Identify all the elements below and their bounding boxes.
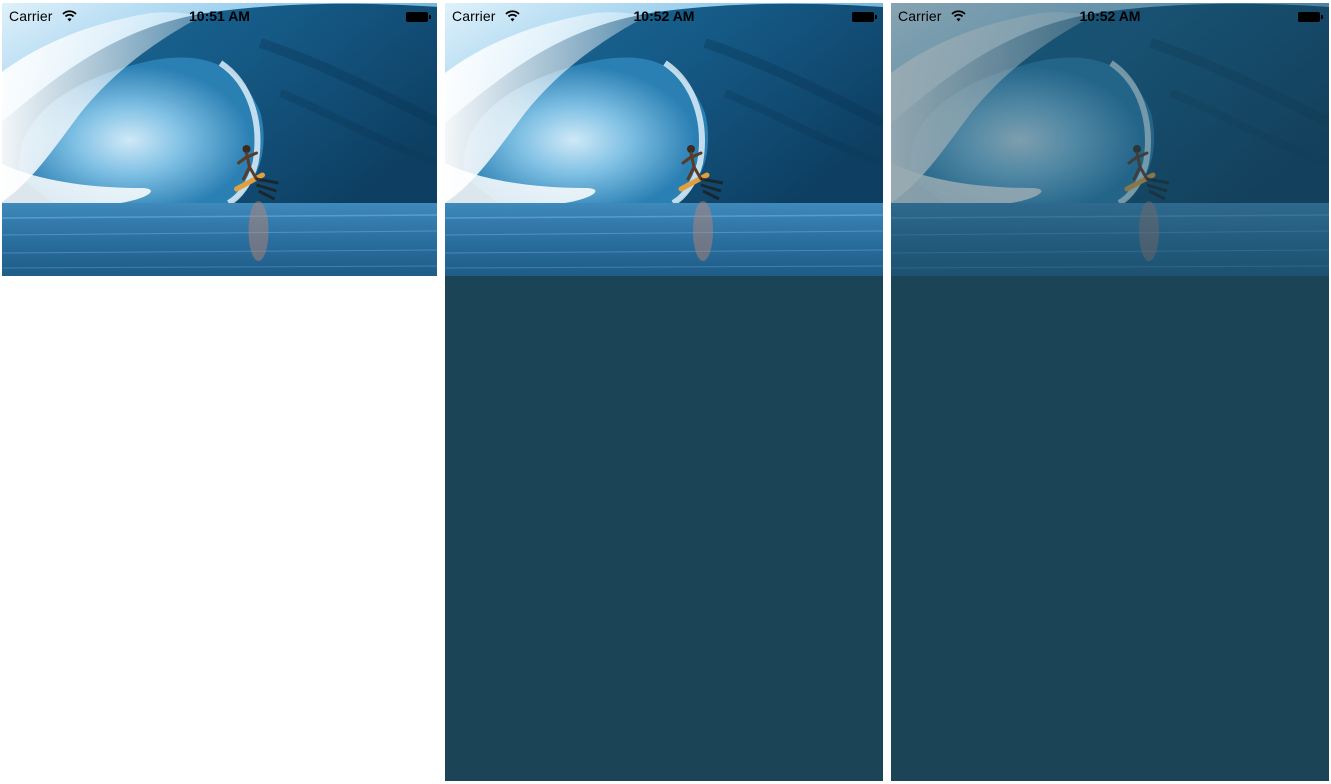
phone-screen-2: Carrier 10:52 AM — [445, 3, 883, 781]
status-bar: Carrier 10:51 AM — [2, 3, 437, 29]
content-background — [891, 276, 1329, 781]
phone-screen-3: Carrier 10:52 AM — [891, 3, 1329, 781]
screenshot-comparison: Carrier 10:51 AM Carrier 10:52 AM Carrie… — [0, 0, 1331, 784]
status-bar: Carrier 10:52 AM — [891, 3, 1329, 29]
phone-screen-1: Carrier 10:51 AM — [2, 3, 437, 781]
content-background — [2, 276, 437, 781]
hero-image-surfer — [891, 3, 1329, 276]
status-time: 10:51 AM — [189, 8, 250, 24]
hero-image-surfer — [445, 3, 883, 276]
status-time: 10:52 AM — [1079, 8, 1141, 24]
battery-icon — [852, 12, 877, 22]
content-background — [445, 276, 883, 781]
status-bar: Carrier 10:52 AM — [445, 3, 883, 29]
hero-image-surfer — [2, 3, 437, 276]
battery-icon — [406, 12, 431, 22]
status-time: 10:52 AM — [633, 8, 695, 24]
battery-icon — [1298, 12, 1323, 22]
